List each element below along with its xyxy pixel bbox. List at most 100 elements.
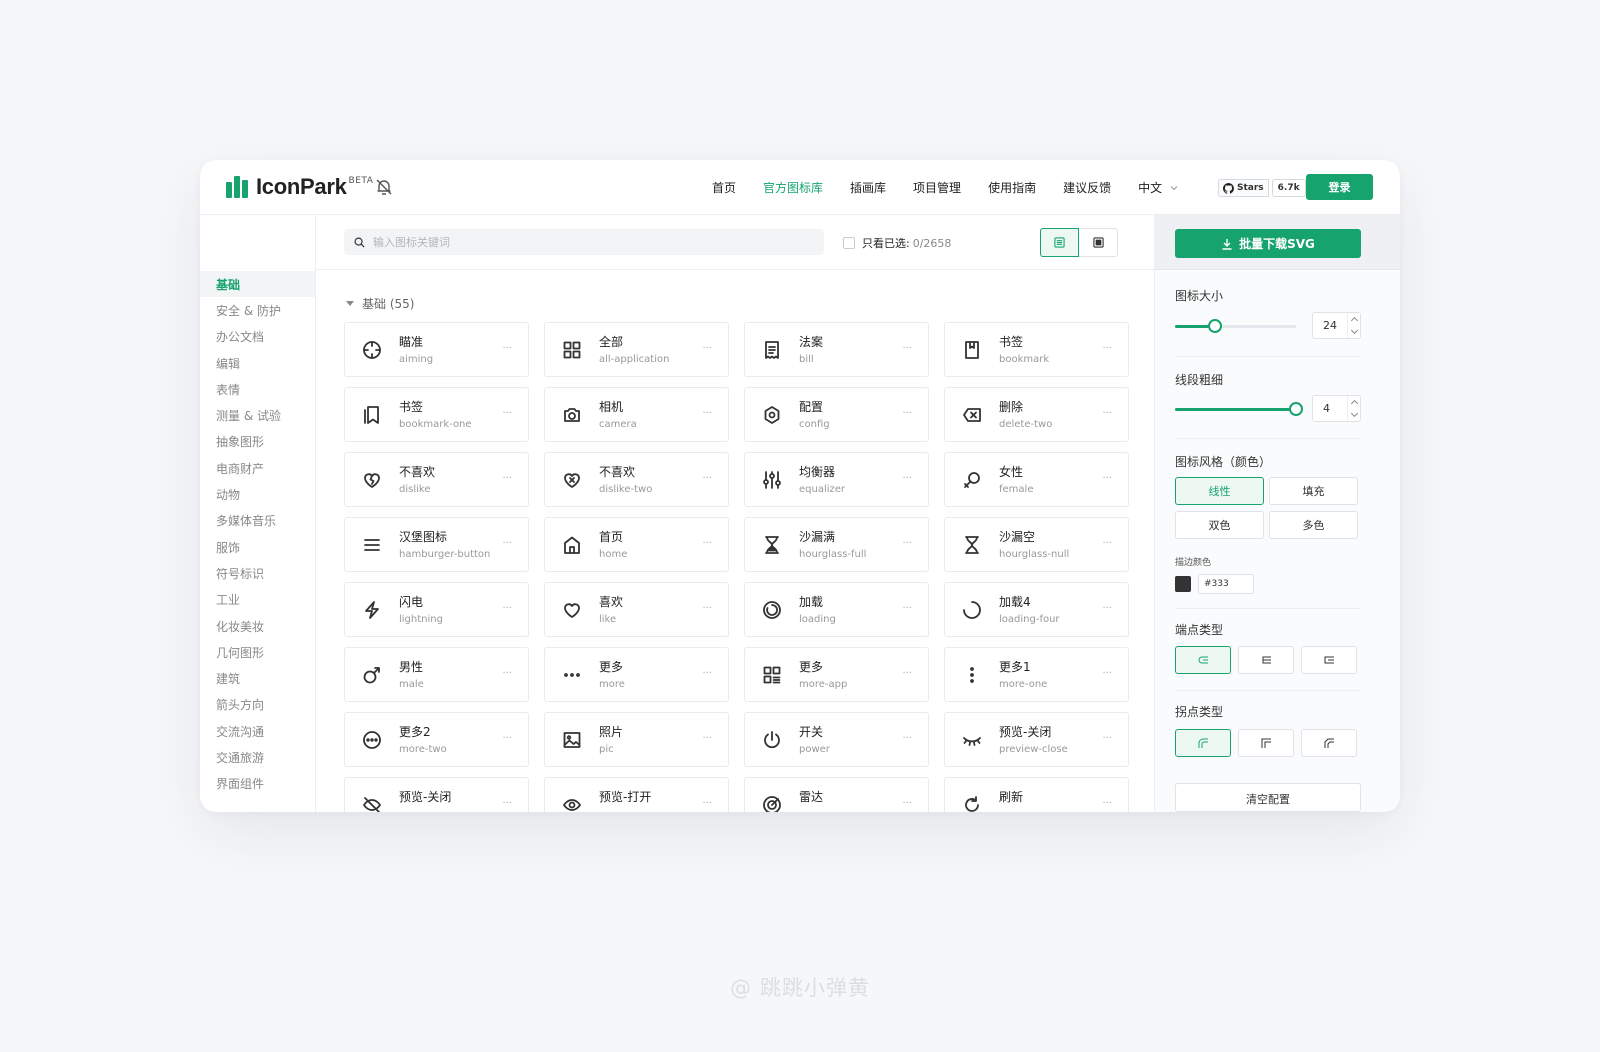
- sidebar-item[interactable]: 安全 & 防护: [200, 297, 315, 323]
- icon-card[interactable]: 瞄准 aiming ···: [344, 322, 529, 377]
- chevron-up-icon[interactable]: [1350, 316, 1358, 325]
- more-options-icon[interactable]: ···: [902, 408, 912, 419]
- icon-card[interactable]: 预览-打开 ···: [544, 777, 729, 812]
- detail-view-button[interactable]: [1040, 228, 1079, 257]
- icon-card[interactable]: 书签 bookmark ···: [944, 322, 1129, 377]
- more-options-icon[interactable]: ···: [502, 603, 512, 614]
- nav-item-2[interactable]: 插画库: [850, 179, 886, 196]
- stroke-color-input[interactable]: #333: [1198, 574, 1254, 594]
- more-options-icon[interactable]: ···: [1102, 668, 1112, 679]
- icon-card[interactable]: 加载 loading ···: [744, 582, 929, 637]
- stroke-color-swatch[interactable]: [1175, 576, 1191, 592]
- chevron-down-icon[interactable]: [1350, 409, 1358, 418]
- nav-item-1[interactable]: 官方图标库: [763, 179, 823, 196]
- login-button[interactable]: 登录: [1306, 174, 1373, 200]
- more-options-icon[interactable]: ···: [702, 538, 712, 549]
- more-options-icon[interactable]: ···: [702, 668, 712, 679]
- sidebar-item[interactable]: 多媒体音乐: [200, 508, 315, 534]
- sidebar-item[interactable]: 表情: [200, 376, 315, 402]
- search-box[interactable]: [344, 229, 824, 255]
- more-options-icon[interactable]: ···: [702, 603, 712, 614]
- icon-card[interactable]: 全部 all-application ···: [544, 322, 729, 377]
- more-options-icon[interactable]: ···: [1102, 473, 1112, 484]
- more-options-icon[interactable]: ···: [902, 473, 912, 484]
- only-selected-filter[interactable]: 只看已选: 0/2658: [843, 235, 951, 251]
- style-option-button[interactable]: 多色: [1269, 511, 1358, 539]
- sidebar-item[interactable]: 编辑: [200, 350, 315, 376]
- style-option-button[interactable]: 线性: [1175, 477, 1264, 505]
- more-options-icon[interactable]: ···: [702, 473, 712, 484]
- icon-card[interactable]: 女性 female ···: [944, 452, 1129, 507]
- icon-card[interactable]: 更多 more-app ···: [744, 647, 929, 702]
- icon-card[interactable]: 沙漏空 hourglass-null ···: [944, 517, 1129, 572]
- icon-card[interactable]: 相机 camera ···: [544, 387, 729, 442]
- sidebar-item[interactable]: 化妆美妆: [200, 613, 315, 639]
- icon-card[interactable]: 不喜欢 dislike-two ···: [544, 452, 729, 507]
- linejoin-miter-button[interactable]: [1238, 729, 1294, 757]
- icon-size-arrows[interactable]: [1347, 313, 1360, 338]
- icon-card[interactable]: 配置 config ···: [744, 387, 929, 442]
- sidebar-item[interactable]: 测量 & 试验: [200, 402, 315, 428]
- stroke-width-value[interactable]: 4: [1313, 402, 1347, 415]
- icon-card[interactable]: 照片 pic ···: [544, 712, 729, 767]
- more-options-icon[interactable]: ···: [502, 408, 512, 419]
- icon-card[interactable]: 喜欢 like ···: [544, 582, 729, 637]
- icon-card[interactable]: 汉堡图标 hamburger-button ···: [344, 517, 529, 572]
- icon-card[interactable]: 男性 male ···: [344, 647, 529, 702]
- icon-size-stepper[interactable]: 24: [1312, 312, 1361, 339]
- linejoin-round-button[interactable]: [1175, 729, 1231, 757]
- clear-config-button[interactable]: 清空配置: [1175, 783, 1361, 812]
- more-options-icon[interactable]: ···: [1102, 408, 1112, 419]
- category-header[interactable]: 基础 (55): [346, 295, 414, 312]
- more-options-icon[interactable]: ···: [702, 798, 712, 809]
- icon-card[interactable]: 删除 delete-two ···: [944, 387, 1129, 442]
- more-options-icon[interactable]: ···: [702, 733, 712, 744]
- sidebar-item[interactable]: 抽象图形: [200, 429, 315, 455]
- icon-card[interactable]: 开关 power ···: [744, 712, 929, 767]
- icon-card[interactable]: 更多2 more-two ···: [344, 712, 529, 767]
- more-options-icon[interactable]: ···: [902, 668, 912, 679]
- compact-view-button[interactable]: [1079, 228, 1118, 257]
- search-input[interactable]: [373, 235, 813, 249]
- only-selected-checkbox[interactable]: [843, 237, 855, 249]
- nav-item-3[interactable]: 项目管理: [913, 179, 961, 196]
- linecap-round-button[interactable]: [1175, 646, 1231, 674]
- sidebar-item[interactable]: 动物: [200, 481, 315, 507]
- nav-item-4[interactable]: 使用指南: [988, 179, 1036, 196]
- sidebar-item[interactable]: 建筑: [200, 665, 315, 691]
- chevron-up-icon[interactable]: [1350, 399, 1358, 408]
- sidebar-item[interactable]: 电商财产: [200, 455, 315, 481]
- icon-card[interactable]: 闪电 lightning ···: [344, 582, 529, 637]
- sidebar-item[interactable]: 交通旅游: [200, 744, 315, 770]
- icon-size-value[interactable]: 24: [1313, 319, 1347, 332]
- stroke-width-stepper[interactable]: 4: [1312, 395, 1361, 422]
- nav-item-0[interactable]: 首页: [712, 179, 736, 196]
- more-options-icon[interactable]: ···: [902, 603, 912, 614]
- icon-card[interactable]: 书签 bookmark-one ···: [344, 387, 529, 442]
- style-option-button[interactable]: 双色: [1175, 511, 1264, 539]
- icon-card[interactable]: 均衡器 equalizer ···: [744, 452, 929, 507]
- batch-download-button[interactable]: 批量下载SVG: [1175, 229, 1361, 258]
- more-options-icon[interactable]: ···: [902, 798, 912, 809]
- language-selector[interactable]: 中文: [1138, 179, 1178, 196]
- linecap-butt-button[interactable]: [1238, 646, 1294, 674]
- sidebar-item[interactable]: 服饰: [200, 534, 315, 560]
- more-options-icon[interactable]: ···: [502, 473, 512, 484]
- icon-card[interactable]: 不喜欢 dislike ···: [344, 452, 529, 507]
- icon-card[interactable]: 沙漏满 hourglass-full ···: [744, 517, 929, 572]
- stroke-width-slider-handle[interactable]: [1289, 402, 1303, 416]
- more-options-icon[interactable]: ···: [502, 733, 512, 744]
- icon-card[interactable]: 雷达 ···: [744, 777, 929, 812]
- sidebar-item[interactable]: 交流沟通: [200, 718, 315, 744]
- sidebar-item[interactable]: 工业: [200, 587, 315, 613]
- icon-card[interactable]: 预览-关闭 preview-close ···: [944, 712, 1129, 767]
- sidebar-item[interactable]: 界面组件: [200, 771, 315, 797]
- sidebar-item[interactable]: 箭头方向: [200, 692, 315, 718]
- stroke-width-slider[interactable]: [1175, 402, 1303, 416]
- nav-item-5[interactable]: 建议反馈: [1063, 179, 1111, 196]
- more-options-icon[interactable]: ···: [502, 668, 512, 679]
- more-options-icon[interactable]: ···: [1102, 538, 1112, 549]
- sidebar-item[interactable]: 符号标识: [200, 560, 315, 586]
- icon-card[interactable]: 预览-关闭 ···: [344, 777, 529, 812]
- icon-card[interactable]: 刷新 ···: [944, 777, 1129, 812]
